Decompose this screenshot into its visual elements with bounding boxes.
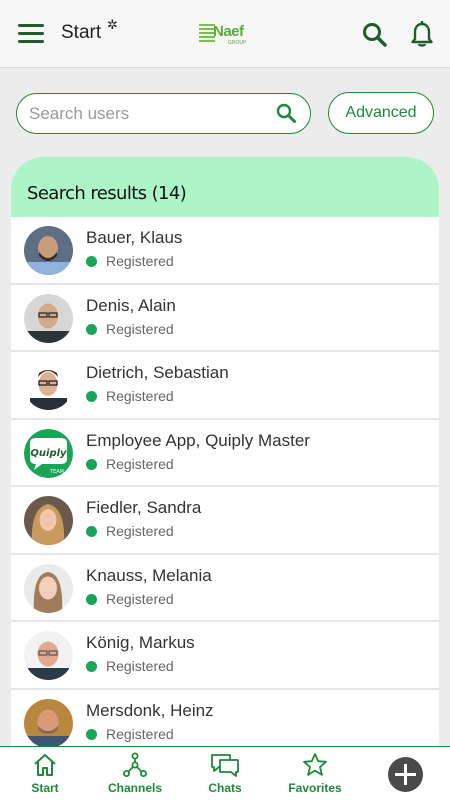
status-indicator (86, 391, 97, 402)
user-name: Fiedler, Sandra (86, 498, 202, 517)
user-name: Denis, Alain (86, 295, 176, 315)
user-status: Registered (106, 658, 174, 674)
page-title: Start (61, 22, 102, 43)
chats-icon (211, 754, 239, 777)
avatar (24, 563, 73, 613)
nav-label: Start (31, 781, 59, 795)
advanced-search-button[interactable]: Advanced (328, 92, 434, 134)
search-users-input[interactable] (29, 102, 269, 126)
avatar (24, 698, 73, 748)
avatar (24, 496, 73, 545)
user-status: Registered (106, 253, 174, 269)
channels-icon (123, 752, 147, 777)
search-results-panel: Search results (14) Bauer, Klaus Registe… (11, 157, 439, 757)
user-row-bauer-klaus[interactable]: Bauer, Klaus Registered (11, 217, 439, 285)
user-name: Dietrich, Sebastian (86, 363, 229, 382)
user-row-fiedler-sandra[interactable]: Fiedler, Sandra Registered (11, 487, 439, 555)
status-indicator (86, 593, 97, 605)
menu-icon[interactable] (18, 24, 44, 44)
quiply-logo-sub: TEAM (49, 469, 64, 475)
logo-name: Naef (213, 23, 244, 40)
nav-favorites[interactable]: Favorites (270, 747, 360, 800)
nav-label: Chats (208, 781, 242, 795)
user-name: Bauer, Klaus (86, 228, 183, 247)
search-submit-icon[interactable] (275, 102, 297, 124)
notification-bell-icon[interactable] (410, 20, 434, 48)
status-indicator (86, 728, 97, 740)
user-list: Bauer, Klaus Registered Denis, Alain Reg… (11, 217, 439, 757)
avatar (24, 361, 73, 410)
home-icon (34, 754, 56, 776)
quiply-logo-text: Quiply (30, 448, 67, 459)
quiply-team-logo-avatar: Quiply TEAM (24, 428, 73, 478)
user-row-employee-app-quiply-master[interactable]: Quiply TEAM Employee App, Quiply Master R… (11, 419, 439, 487)
user-name: Employee App, Quiply Master (86, 430, 310, 450)
search-results-header: Search results (14) (11, 157, 439, 217)
user-status: Registered (106, 523, 174, 539)
star-icon (303, 753, 327, 776)
logo-subtitle: GROUP (228, 40, 247, 46)
user-name: Mersdonk, Heinz (86, 700, 214, 720)
user-status: Registered (106, 388, 174, 404)
status-indicator (86, 526, 97, 537)
search-field-container (16, 93, 311, 134)
search-icon[interactable] (362, 22, 388, 48)
status-indicator (86, 661, 97, 672)
avatar (24, 631, 73, 680)
user-name: König, Markus (86, 633, 195, 652)
avatar (24, 226, 73, 275)
status-indicator (86, 458, 97, 470)
user-row-koenig-markus[interactable]: König, Markus Registered (11, 622, 439, 690)
user-status: Registered (106, 725, 174, 742)
nav-label: Favorites (288, 781, 342, 795)
user-status: Registered (106, 455, 174, 472)
user-row-dietrich-sebastian[interactable]: Dietrich, Sebastian Registered (11, 352, 439, 420)
status-indicator (86, 256, 97, 267)
bottom-navigation: Start Channels Chats Favorites (0, 746, 450, 800)
nav-chats[interactable]: Chats (180, 747, 270, 800)
avatar (24, 293, 73, 343)
status-indicator (86, 323, 97, 335)
nav-channels[interactable]: Channels (90, 747, 180, 800)
user-status: Registered (106, 590, 174, 607)
nav-label: Channels (107, 781, 162, 795)
user-row-denis-alain[interactable]: Denis, Alain Registered (11, 284, 439, 352)
user-name: Knauss, Melania (86, 565, 212, 585)
gear-icon[interactable]: ✲ (107, 17, 118, 33)
add-button[interactable] (388, 757, 423, 792)
user-row-knauss-melania[interactable]: Knauss, Melania Registered (11, 554, 439, 622)
nav-start[interactable]: Start (0, 747, 90, 800)
top-app-bar: Start ✲ Naef GROUP (0, 0, 450, 68)
naef-group-logo: Naef GROUP (196, 20, 252, 50)
user-status: Registered (106, 320, 174, 337)
